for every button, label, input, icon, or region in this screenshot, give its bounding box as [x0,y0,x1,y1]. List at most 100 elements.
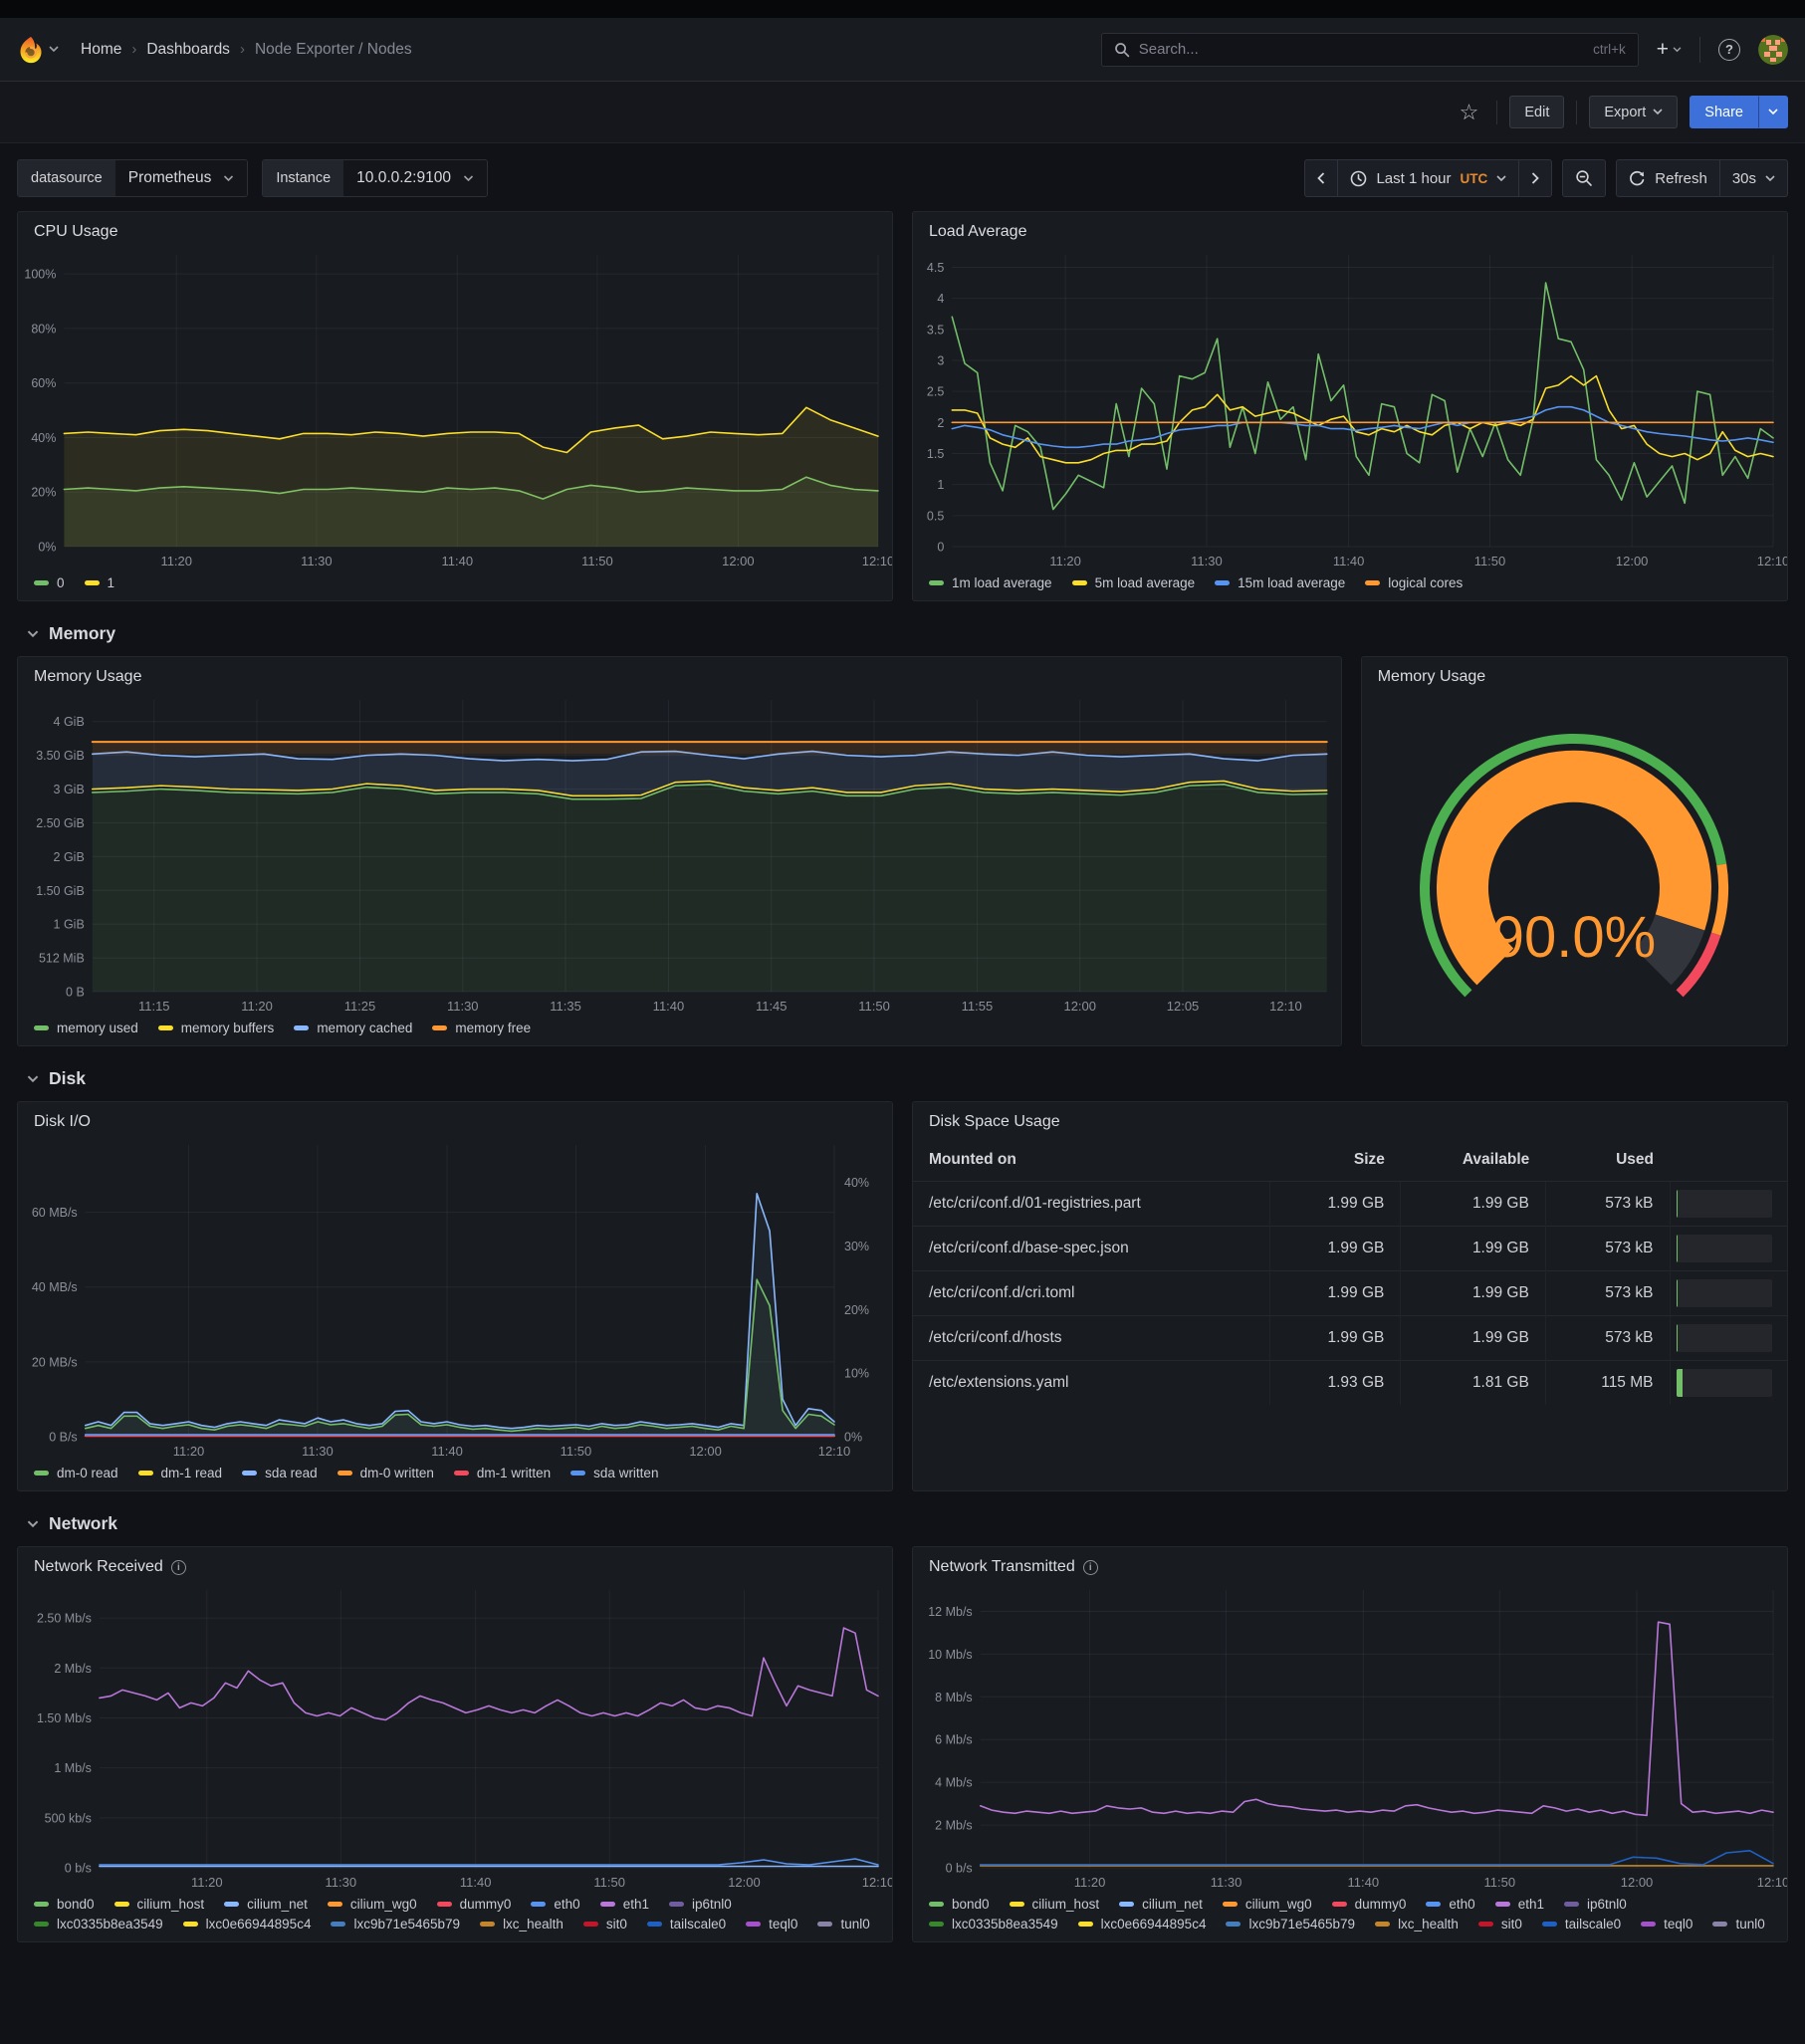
legend-item[interactable]: 1 [85,575,115,590]
legend-item[interactable]: dm-0 written [338,1466,434,1480]
time-range-picker[interactable]: Last 1 hour UTC [1337,159,1519,197]
add-button[interactable]: + [1653,35,1686,64]
legend-item[interactable]: dm-0 read [34,1466,118,1480]
section-disk[interactable]: Disk [17,1064,1788,1101]
legend-item[interactable]: memory free [432,1021,531,1035]
legend-item[interactable]: dm-1 read [138,1466,223,1480]
edit-button[interactable]: Edit [1509,96,1564,128]
section-memory[interactable]: Memory [17,619,1788,656]
legend-item[interactable]: lxc0e66944895c4 [1078,1917,1207,1931]
network-transmitted-chart[interactable]: 0 b/s2 Mb/s4 Mb/s6 Mb/s8 Mb/s10 Mb/s12 M… [913,1580,1787,1895]
table-column-header[interactable]: Available [1401,1141,1545,1182]
load-average-chart[interactable]: 00.511.522.533.544.511:2011:3011:4011:50… [913,245,1787,573]
legend-item[interactable]: eth0 [531,1897,579,1912]
table-column-header[interactable]: Mounted on [913,1141,1270,1182]
legend-item[interactable]: lxc_health [1375,1917,1459,1931]
panel-title[interactable]: CPU Usage [34,223,117,241]
legend-item[interactable]: tunl0 [1712,1917,1764,1931]
panel-title[interactable]: Memory Usage [34,668,141,686]
legend-item[interactable]: ip6tnl0 [1564,1897,1627,1912]
legend-item[interactable]: 5m load average [1072,575,1196,590]
legend-item[interactable]: logical cores [1365,575,1463,590]
legend-item[interactable]: lxc0335b8ea3549 [34,1917,163,1931]
legend-item[interactable]: lxc_health [480,1917,564,1931]
favorite-star-button[interactable]: ☆ [1454,98,1485,127]
legend-item[interactable]: tunl0 [817,1917,869,1931]
panel-title[interactable]: Network Transmitted [929,1558,1075,1576]
panel-title[interactable]: Disk Space Usage [929,1113,1060,1131]
legend-item[interactable]: dummy0 [437,1897,512,1912]
refresh-interval-select[interactable]: 30s [1719,159,1788,197]
legend-color-icon [1641,1922,1656,1927]
panel-title[interactable]: Disk I/O [34,1113,91,1131]
legend-item[interactable]: tailscale0 [1542,1917,1621,1931]
legend-item[interactable]: teql0 [746,1917,797,1931]
legend-item[interactable]: cilium_net [1119,1897,1203,1912]
legend-item[interactable]: eth0 [1426,1897,1474,1912]
legend-item[interactable]: memory cached [294,1021,412,1035]
datasource-select[interactable]: Prometheus [115,160,248,196]
legend-item[interactable]: 0 [34,575,65,590]
table-cell: /etc/extensions.yaml [913,1361,1270,1406]
legend-item[interactable]: lxc9b71e5465b79 [1226,1917,1355,1931]
search-input[interactable]: Search... ctrl+k [1101,33,1639,67]
legend-item[interactable]: lxc0335b8ea3549 [929,1917,1058,1931]
table-column-header[interactable]: Used [1545,1141,1670,1182]
time-shift-forward-button[interactable] [1518,159,1552,197]
legend-label: cilium_wg0 [1245,1897,1312,1912]
panel-title[interactable]: Load Average [929,223,1026,241]
legend-item[interactable]: eth1 [1495,1897,1544,1912]
table-column-header[interactable]: Size [1270,1141,1401,1182]
legend-item[interactable]: dm-1 written [454,1466,551,1480]
zoom-out-button[interactable] [1562,159,1606,197]
section-network[interactable]: Network [17,1509,1788,1546]
legend-item[interactable]: sit0 [1478,1917,1522,1931]
user-avatar[interactable] [1758,35,1788,65]
memory-usage-chart[interactable]: 0 B512 MiB1 GiB1.50 GiB2 GiB2.50 GiB3 Gi… [18,690,1341,1019]
legend-item[interactable]: cilium_host [114,1897,205,1912]
legend-item[interactable]: memory buffers [158,1021,275,1035]
legend-item[interactable]: cilium_wg0 [1223,1897,1312,1912]
legend-item[interactable]: sit0 [583,1917,627,1931]
legend-item[interactable]: cilium_wg0 [328,1897,417,1912]
svg-text:12:10: 12:10 [1269,999,1302,1014]
legend-item[interactable]: 1m load average [929,575,1052,590]
time-shift-back-button[interactable] [1304,159,1338,197]
share-button[interactable]: Share [1690,96,1758,128]
network-received-chart[interactable]: 0 b/s500 kb/s1 Mb/s1.50 Mb/s2 Mb/s2.50 M… [18,1580,892,1895]
breadcrumb-item[interactable]: Dashboards [146,41,230,59]
legend-color-icon [34,1922,49,1927]
legend-item[interactable]: 15m load average [1215,575,1345,590]
instance-select[interactable]: 10.0.0.2:9100 [343,160,487,196]
legend-item[interactable]: sda written [570,1466,658,1480]
legend-item[interactable]: memory used [34,1021,138,1035]
legend-item[interactable]: lxc0e66944895c4 [183,1917,312,1931]
legend-item[interactable]: teql0 [1641,1917,1692,1931]
panel-title[interactable]: Memory Usage [1378,668,1485,686]
legend-item[interactable]: eth1 [600,1897,649,1912]
export-button[interactable]: Export [1589,96,1678,128]
legend-item[interactable]: dummy0 [1332,1897,1407,1912]
info-icon[interactable]: i [1083,1560,1098,1575]
legend-item[interactable]: cilium_net [224,1897,308,1912]
legend-item[interactable]: sda read [242,1466,318,1480]
legend-item[interactable]: lxc9b71e5465b79 [331,1917,460,1931]
legend-color-icon [294,1025,309,1030]
disk-io-chart[interactable]: 0 B/s20 MB/s40 MB/s60 MB/s11:2011:3011:4… [18,1135,892,1464]
legend-item[interactable]: bond0 [34,1897,95,1912]
grafana-logo[interactable] [17,36,59,64]
legend-item[interactable]: bond0 [929,1897,990,1912]
breadcrumb-item[interactable]: Node Exporter / Nodes [255,41,412,59]
legend-item[interactable]: ip6tnl0 [669,1897,732,1912]
svg-text:12:00: 12:00 [1063,999,1096,1014]
legend-item[interactable]: cilium_host [1010,1897,1100,1912]
breadcrumb-item[interactable]: Home [81,41,121,59]
help-button[interactable]: ? [1714,35,1744,65]
panel-title[interactable]: Network Received [34,1558,163,1576]
cpu-usage-chart[interactable]: 0%20%40%60%80%100%11:2011:3011:4011:5012… [18,245,892,573]
legend-item[interactable]: tailscale0 [647,1917,726,1931]
info-icon[interactable]: i [171,1560,186,1575]
chevron-right-icon [1531,172,1539,184]
share-menu-button[interactable] [1758,96,1788,128]
refresh-button[interactable]: Refresh [1616,159,1720,197]
